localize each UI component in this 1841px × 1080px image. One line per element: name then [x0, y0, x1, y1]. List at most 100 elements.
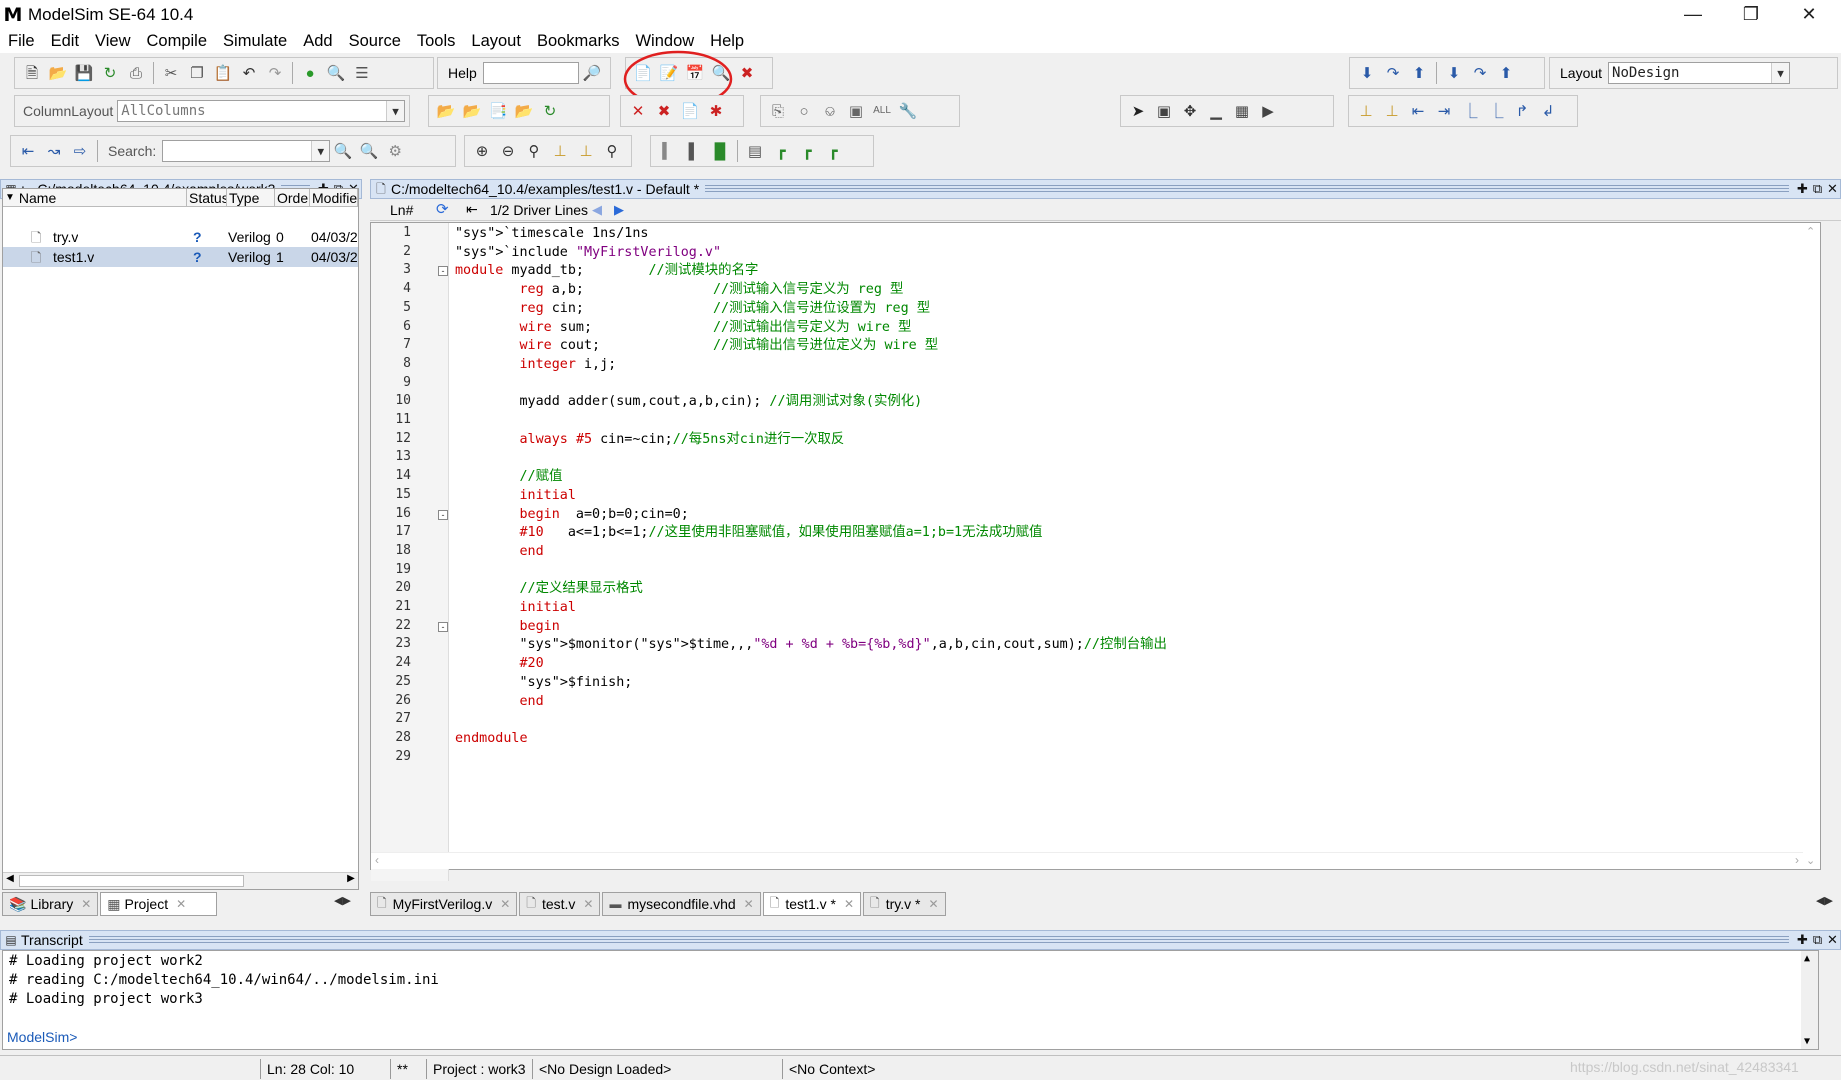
edit-mode-icon[interactable]: ▁ — [1205, 100, 1227, 122]
cursor-next-icon[interactable]: ↲ — [1537, 100, 1559, 122]
scroll-right-icon[interactable]: ▶ — [344, 873, 358, 889]
close-icon[interactable]: ✕ — [81, 897, 91, 911]
undo-icon[interactable]: ↶ — [238, 62, 260, 84]
close-icon[interactable]: ✕ — [844, 897, 854, 911]
wave-edge-2-icon[interactable]: ┏ — [822, 140, 844, 162]
editor-tab[interactable]: 🗋 MyFirstVerilog.v ✕ — [370, 892, 518, 916]
cursor-delete-icon[interactable]: ⊥ — [1381, 100, 1403, 122]
column-header-order[interactable]: Order — [275, 189, 310, 207]
tab-library[interactable]: 📚 Library ✕ — [2, 892, 99, 916]
panel-dock-icon[interactable]: ✚ — [1795, 932, 1810, 948]
help-search-icon[interactable]: 🔎 — [581, 62, 603, 84]
collapse-tree-icon[interactable]: ☰ — [351, 62, 373, 84]
code-line[interactable]: always #5 cin=~cin;//每5ns对cin进行一次取反 — [455, 431, 845, 450]
column-header-name[interactable]: ▼ Name — [3, 189, 187, 207]
driver-trace-icon[interactable]: ⇤ — [466, 201, 478, 218]
zoom-full-icon[interactable]: ⚲ — [523, 140, 545, 162]
find-binoculars-icon[interactable]: 🔍 — [325, 62, 347, 84]
code-line[interactable]: initial — [455, 599, 576, 618]
next-driver-icon[interactable]: ▶ — [614, 202, 624, 218]
compile-report-icon[interactable]: 📂 — [513, 100, 535, 122]
search-next-icon[interactable]: 🔍 — [358, 140, 380, 162]
literal-icon[interactable]: ○ — [793, 100, 815, 122]
menu-view[interactable]: View — [87, 32, 138, 51]
column-header-modified[interactable]: Modified — [310, 189, 358, 207]
print-icon[interactable]: ⎙ — [125, 62, 147, 84]
project-horizontal-scrollbar[interactable]: ◀ ▶ — [3, 872, 358, 889]
scroll-right-icon[interactable]: › — [1795, 853, 1799, 867]
step-over-icon[interactable]: ↷ — [1382, 62, 1404, 84]
minimize-button[interactable]: — — [1664, 0, 1722, 29]
search-input[interactable]: ▼ — [162, 140, 331, 162]
cursor-prev-edge-icon[interactable]: ⇤ — [1407, 100, 1429, 122]
wave-edge-icon[interactable]: ┏ — [796, 140, 818, 162]
menu-tools[interactable]: Tools — [409, 32, 464, 51]
menu-bookmarks[interactable]: Bookmarks — [529, 32, 628, 51]
wave-expand-icon[interactable]: ▤ — [744, 140, 766, 162]
editor-tab[interactable]: ▬ mysecondfile.vhd ✕ — [602, 892, 761, 916]
panel-undock-icon[interactable]: ⧉ — [1810, 181, 1825, 197]
clear-bookmarks-icon[interactable]: ✕ — [627, 100, 649, 122]
transcript-console[interactable]: # Loading project work2 # reading C:/mod… — [2, 950, 1819, 1050]
close-window-button[interactable]: ✕ — [1780, 0, 1838, 29]
zoom-out-icon[interactable]: ⊖ — [497, 140, 519, 162]
toggle-breakpoint-icon[interactable]: ✱ — [705, 100, 727, 122]
trace-input-icon[interactable]: ⇨ — [69, 140, 91, 162]
zoom-cursor-icon[interactable]: ⊥ — [549, 140, 571, 162]
clear-breakpoints-icon[interactable]: ✖ — [653, 100, 675, 122]
source-editor[interactable]: 1 2 3-4 5 6 7 8 9 10 11 12 13 14 15 16-17 18 19 20 21 22-23… — [370, 222, 1821, 881]
columnlayout-select[interactable]: AllColumns ▼ — [117, 100, 405, 122]
open-folder-icon[interactable]: 📂 — [47, 62, 69, 84]
trace-back-icon[interactable]: ⇤ — [17, 140, 39, 162]
column-header-type[interactable]: Type — [227, 189, 275, 207]
code-line[interactable]: begin a=0;b=0;cin=0; — [455, 506, 689, 525]
reload-icon[interactable]: ↻ — [99, 62, 121, 84]
fold-toggle-icon[interactable]: - — [438, 266, 448, 277]
code-line[interactable]: "sys">$finish; — [455, 674, 633, 693]
cursor-next-edge-icon[interactable]: ⇥ — [1433, 100, 1455, 122]
pan-mode-icon[interactable]: ✥ — [1179, 100, 1201, 122]
step-out-icon[interactable]: ⬆ — [1408, 62, 1430, 84]
project-refresh-icon[interactable]: ↻ — [539, 100, 561, 122]
step-out-2-icon[interactable]: ⬆ — [1495, 62, 1517, 84]
scroll-up-icon[interactable]: ▲ — [1804, 953, 1810, 964]
cursor-rising-icon[interactable]: ⎿ — [1485, 100, 1507, 122]
code-line[interactable]: wire cout; //测试输出信号进位定义为 wire 型 — [455, 337, 939, 356]
menu-layout[interactable]: Layout — [463, 32, 529, 51]
code-line[interactable]: #10 a<=1;b<=1;//这里使用非阻塞赋值，如果使用阻塞赋值a=1;b=… — [455, 524, 1043, 543]
new-file-icon[interactable]: 🗎 — [21, 62, 43, 84]
close-icon[interactable]: ✕ — [744, 897, 754, 911]
editor-tab[interactable]: 🗋 try.v * ✕ — [863, 892, 946, 916]
panel-dock-icon[interactable]: ✚ — [1795, 181, 1810, 197]
code-line[interactable]: module myadd_tb; //测试模块的名字 — [455, 262, 758, 281]
close-icon[interactable]: ✕ — [583, 897, 593, 911]
step-into-icon[interactable]: ⬇ — [1443, 62, 1465, 84]
compile-out-of-date-icon[interactable]: 📂 — [461, 100, 483, 122]
compile-order-icon[interactable]: 📑 — [487, 100, 509, 122]
compile-options-icon[interactable]: 📂 — [435, 100, 457, 122]
panel-close-icon[interactable]: ✕ — [1825, 181, 1840, 197]
menu-simulate[interactable]: Simulate — [215, 32, 295, 51]
menu-edit[interactable]: Edit — [43, 32, 87, 51]
code-line[interactable]: #20 — [455, 655, 544, 674]
menu-source[interactable]: Source — [341, 32, 409, 51]
wave-fill-icon[interactable]: █ — [709, 140, 731, 162]
code-line[interactable]: begin — [455, 618, 560, 637]
code-line[interactable]: integer i,j; — [455, 356, 617, 375]
code-line[interactable]: "sys">`include "MyFirstVerilog.v" — [455, 244, 721, 263]
menu-help[interactable]: Help — [702, 32, 752, 51]
io-icon[interactable]: ⎉ — [819, 100, 841, 122]
close-icon[interactable]: ✕ — [928, 897, 938, 911]
step-over-2-icon[interactable]: ↷ — [1469, 62, 1491, 84]
panel-grip[interactable] — [88, 936, 1789, 944]
close-icon[interactable]: ✕ — [500, 897, 510, 911]
search-options-icon[interactable]: ⚙ — [384, 140, 406, 162]
panel-grip[interactable] — [705, 185, 1789, 193]
menu-compile[interactable]: Compile — [139, 32, 216, 51]
scroll-left-icon[interactable]: ‹ — [375, 853, 379, 867]
restore-button[interactable]: ❐ — [1722, 0, 1780, 29]
stretch-icon[interactable]: ▦ — [1231, 100, 1253, 122]
editor-tab[interactable]: 🗋 test1.v * ✕ — [762, 892, 862, 916]
cut-icon[interactable]: ✂ — [160, 62, 182, 84]
editor-vertical-scrollbar[interactable]: ⌃ ⌄ — [1803, 223, 1820, 869]
